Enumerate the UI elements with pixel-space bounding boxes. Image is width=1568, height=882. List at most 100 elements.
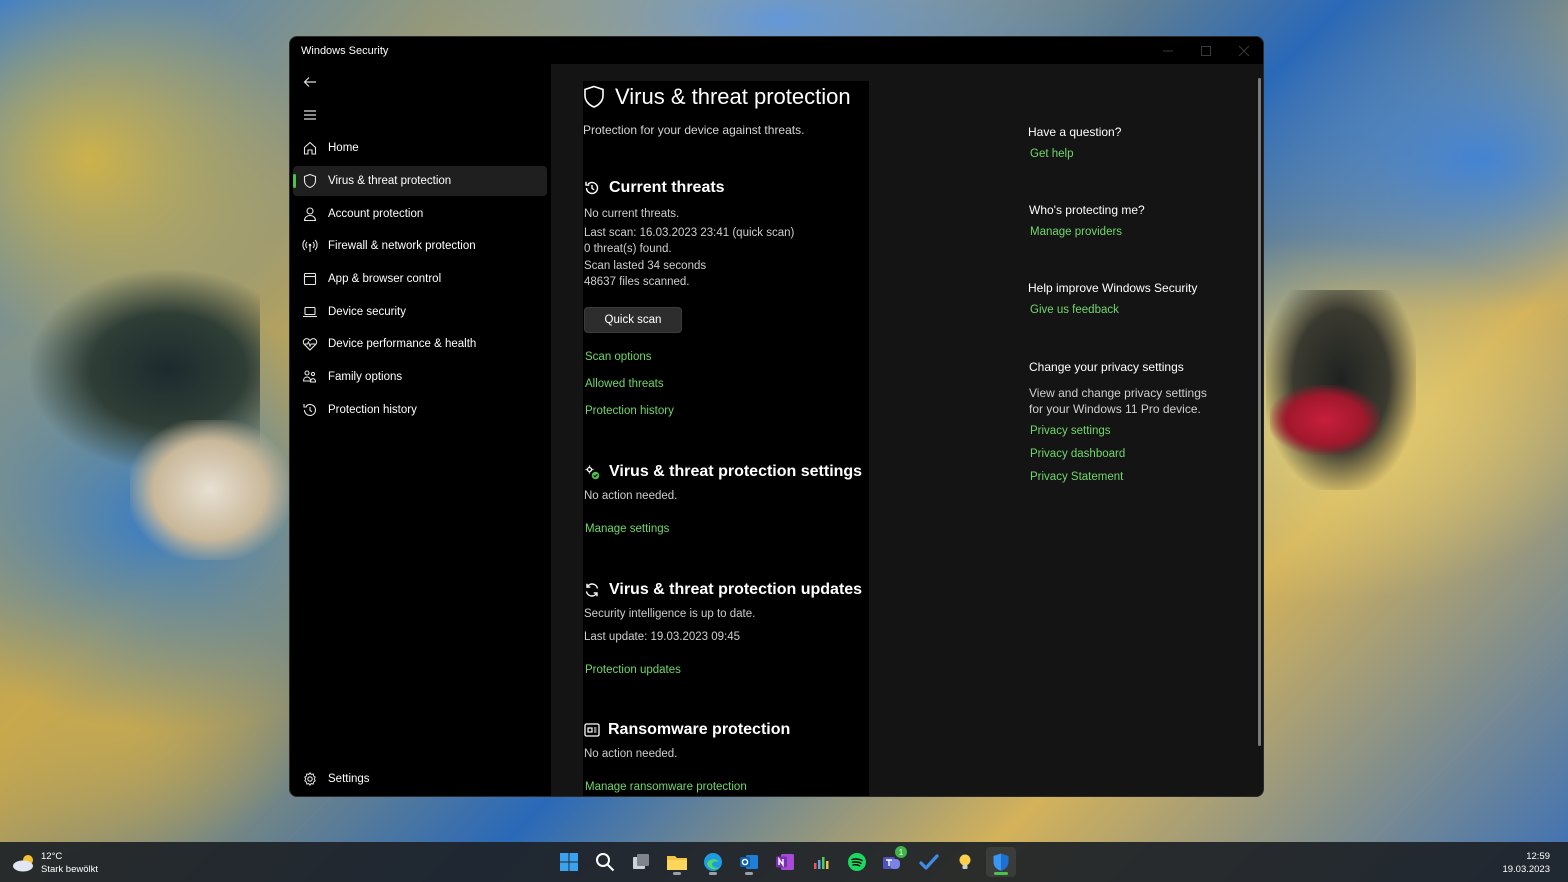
- sidebar-item-device-performance[interactable]: Device performance & health: [293, 329, 547, 359]
- sidebar-item-protection-history[interactable]: Protection history: [293, 395, 547, 425]
- family-icon: [302, 369, 318, 385]
- gear-icon: [302, 771, 318, 787]
- improve-heading: Help improve Windows Security: [1028, 281, 1198, 295]
- scrollbar[interactable]: [1258, 78, 1261, 746]
- updates-status: Security intelligence is up to date.: [584, 608, 756, 620]
- sidebar-item-label: Device security: [328, 306, 406, 318]
- clock-time: 12:59: [1526, 851, 1550, 862]
- edge-icon[interactable]: [698, 847, 728, 877]
- sidebar-item-virus-threat-protection[interactable]: Virus & threat protection: [293, 166, 547, 196]
- clock-date: 19.03.2023: [1502, 864, 1550, 875]
- scan-options-link[interactable]: Scan options: [585, 351, 652, 363]
- sidebar-item-family-options[interactable]: Family options: [293, 362, 547, 392]
- person-icon: [302, 206, 318, 222]
- protection-updates-link[interactable]: Protection updates: [585, 664, 681, 676]
- sidebar-item-firewall[interactable]: Firewall & network protection: [293, 231, 547, 261]
- tips-icon[interactable]: [950, 847, 980, 877]
- page-subtitle: Protection for your device against threa…: [583, 123, 805, 137]
- settings-gear-check-icon: [584, 464, 600, 485]
- protecting-heading: Who's protecting me?: [1029, 203, 1145, 217]
- running-indicator: [709, 872, 717, 875]
- weather-temp: 12°C: [41, 851, 63, 862]
- get-help-link[interactable]: Get help: [1030, 148, 1073, 160]
- spotify-icon[interactable]: [842, 847, 872, 877]
- settings-status: No action needed.: [584, 490, 678, 502]
- question-heading: Have a question?: [1028, 125, 1122, 139]
- window-controls: [1149, 37, 1263, 64]
- privacy-text-line2: for your Windows 11 Pro device.: [1029, 402, 1201, 416]
- manage-ransomware-link[interactable]: Manage ransomware protection: [585, 781, 747, 793]
- privacy-dashboard-link[interactable]: Privacy dashboard: [1030, 448, 1125, 460]
- minimize-icon[interactable]: [1149, 37, 1187, 64]
- last-scan: Last scan: 16.03.2023 23:41 (quick scan): [584, 227, 795, 239]
- quick-scan-button[interactable]: Quick scan: [584, 307, 682, 333]
- history-icon: [302, 402, 318, 418]
- allowed-threats-link[interactable]: Allowed threats: [585, 378, 664, 390]
- laptop-icon: [302, 304, 318, 320]
- current-threats-icon: [584, 180, 600, 201]
- settings-section-heading: Virus & threat protection settings: [609, 463, 863, 480]
- sidebar-item-label: Device performance & health: [328, 338, 477, 350]
- privacy-settings-link[interactable]: Privacy settings: [1030, 425, 1111, 437]
- wallpaper-duck-beak: [1270, 385, 1380, 455]
- files-scanned: 48637 files scanned.: [584, 276, 690, 288]
- onenote-icon[interactable]: [770, 847, 800, 877]
- sidebar-item-label: Home: [328, 142, 359, 154]
- protection-history-link[interactable]: Protection history: [585, 405, 674, 417]
- heart-pulse-icon: [302, 336, 318, 352]
- outlook-icon[interactable]: [734, 847, 764, 877]
- home-icon: [302, 140, 318, 156]
- sidebar-item-label: Firewall & network protection: [328, 240, 476, 252]
- hamburger-icon[interactable]: [298, 103, 322, 127]
- close-icon[interactable]: [1225, 37, 1263, 64]
- windows-security-icon[interactable]: [986, 847, 1016, 877]
- last-update: Last update: 19.03.2023 09:45: [584, 631, 741, 643]
- file-explorer-icon[interactable]: [662, 847, 692, 877]
- sidebar-item-app-browser-control[interactable]: App & browser control: [293, 264, 547, 294]
- manage-providers-link[interactable]: Manage providers: [1030, 226, 1122, 238]
- taskbar: 12°C Stark bewölkt 1 12:59 19.03.2023: [0, 842, 1568, 882]
- title-bar[interactable]: Windows Security: [290, 37, 1263, 64]
- page-shield-icon: [583, 85, 605, 114]
- teams-icon[interactable]: 1: [878, 846, 908, 877]
- start-icon[interactable]: [554, 847, 584, 877]
- todo-icon[interactable]: [914, 847, 944, 877]
- sidebar-item-label: Account protection: [328, 208, 424, 220]
- privacy-text-line1: View and change privacy settings: [1029, 386, 1207, 400]
- back-arrow-icon[interactable]: [298, 70, 322, 94]
- sidebar-item-device-security[interactable]: Device security: [293, 297, 547, 327]
- updates-section-heading: Virus & threat protection updates: [609, 581, 863, 598]
- windows-security-window: Windows Security Home Virus & threat pro…: [289, 36, 1264, 797]
- give-feedback-link[interactable]: Give us feedback: [1030, 304, 1119, 316]
- running-indicator: [673, 872, 681, 875]
- shield-icon: [302, 173, 318, 189]
- weather-widget[interactable]: 12°C Stark bewölkt: [12, 850, 132, 876]
- app-window-icon: [302, 271, 318, 287]
- sidebar-item-label: Protection history: [328, 404, 417, 416]
- privacy-statement-link[interactable]: Privacy Statement: [1030, 471, 1123, 483]
- sidebar-item-label: App & browser control: [328, 273, 442, 285]
- search-icon[interactable]: [590, 847, 620, 877]
- active-indicator: [994, 872, 1008, 875]
- sidebar: Home Virus & threat protection Account p…: [290, 64, 550, 796]
- wallpaper-bird-body: [130, 420, 290, 560]
- ransomware-icon: [584, 723, 600, 742]
- sidebar-item-account-protection[interactable]: Account protection: [293, 199, 547, 229]
- scan-duration: Scan lasted 34 seconds: [584, 260, 707, 272]
- sidebar-item-label: Virus & threat protection: [328, 175, 452, 187]
- ransomware-section-heading: Ransomware protection: [608, 721, 791, 738]
- task-view-icon[interactable]: [626, 847, 656, 877]
- system-clock[interactable]: 12:59 19.03.2023: [1502, 850, 1550, 876]
- sidebar-item-label: Settings: [328, 773, 370, 785]
- threats-found: 0 threat(s) found.: [584, 243, 672, 255]
- sidebar-item-settings[interactable]: Settings: [293, 764, 547, 794]
- maximize-icon[interactable]: [1187, 37, 1225, 64]
- current-threats-heading: Current threats: [609, 179, 725, 196]
- updates-refresh-icon: [584, 582, 600, 603]
- notification-badge: 1: [895, 846, 907, 858]
- audio-app-icon[interactable]: [806, 847, 836, 877]
- sidebar-item-label: Family options: [328, 371, 403, 383]
- sidebar-item-home[interactable]: Home: [293, 133, 547, 163]
- window-title: Windows Security: [301, 44, 389, 57]
- manage-settings-link[interactable]: Manage settings: [585, 523, 669, 535]
